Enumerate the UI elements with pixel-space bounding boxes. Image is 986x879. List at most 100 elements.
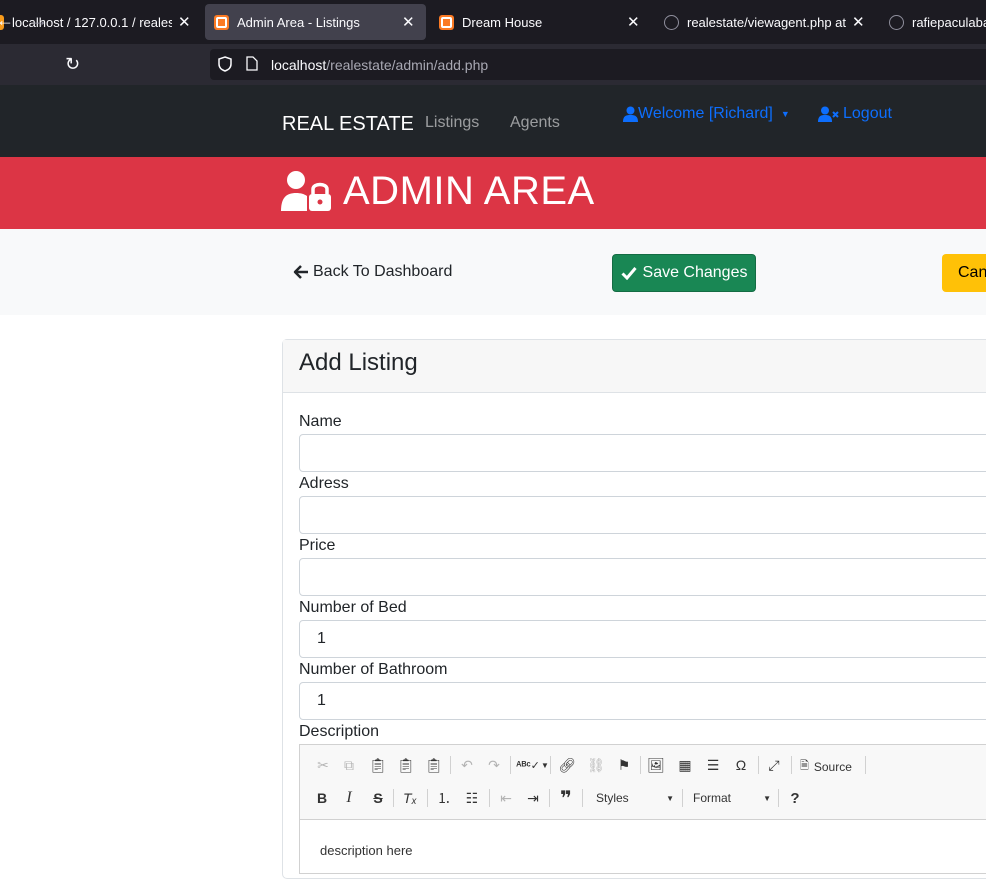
bedrooms-input[interactable] — [299, 620, 986, 658]
logout-link[interactable]: Logout — [818, 105, 892, 123]
xampp-icon — [439, 14, 454, 30]
styles-label: Styles — [596, 791, 629, 805]
page-icon — [246, 56, 258, 71]
browser-tab-github-viewagent[interactable]: realestate/viewagent.php at ma ✕ — [655, 4, 867, 40]
chevron-down-icon: ▼ — [763, 793, 771, 803]
page-title: ADMIN AREA — [343, 169, 595, 213]
copy-icon[interactable]: ⧉ — [339, 755, 359, 775]
anchor-flag-icon[interactable]: ⚑ — [614, 755, 634, 775]
browser-tab-dream-house[interactable]: Dream House ✕ — [430, 4, 650, 40]
user-times-icon — [818, 106, 839, 122]
outdent-icon[interactable]: ⇤ — [496, 788, 516, 808]
source-label: Source — [813, 759, 852, 774]
image-icon[interactable]: 🖼︎ — [646, 755, 666, 775]
user-icon — [623, 106, 638, 122]
table-icon[interactable]: ▦ — [675, 755, 695, 775]
address-input[interactable] — [299, 496, 986, 534]
nav-link-listings[interactable]: Listings — [425, 114, 479, 132]
xampp-icon — [214, 14, 229, 30]
unlink-icon[interactable]: ⛓ — [586, 755, 606, 775]
bulleted-list-icon[interactable]: ☷ — [462, 788, 482, 808]
back-label: Back To Dashboard — [313, 263, 453, 280]
toolbar-separator — [865, 756, 866, 774]
help-icon[interactable]: ? — [785, 788, 805, 808]
undo-icon[interactable]: ↶ — [457, 755, 477, 775]
check-icon — [620, 267, 637, 280]
close-icon[interactable]: ✕ — [402, 13, 415, 31]
styles-dropdown[interactable]: Styles ▼ — [596, 791, 674, 805]
arrow-left-icon — [293, 265, 308, 279]
link-icon[interactable]: 🔗︎ — [557, 755, 577, 775]
close-icon[interactable]: ✕ — [627, 13, 640, 31]
numbered-list-icon[interactable]: ⒈ — [434, 788, 454, 808]
maximize-icon[interactable]: ⤢ — [764, 755, 784, 775]
indent-icon[interactable]: ⇥ — [523, 788, 543, 808]
cancel-label: Cancel — [958, 264, 986, 281]
paste-icon[interactable]: 📋︎ — [368, 755, 388, 775]
bathrooms-input[interactable] — [299, 682, 986, 720]
toolbar-separator — [393, 789, 394, 807]
bedrooms-label: Number of Bed — [299, 599, 407, 616]
browser-tab-admin-area[interactable]: Admin Area - Listings ✕ — [205, 4, 426, 40]
strikethrough-icon[interactable]: S — [368, 788, 388, 808]
save-changes-button[interactable]: Save Changes — [612, 254, 756, 292]
user-lock-icon — [281, 171, 331, 211]
action-bar — [0, 229, 986, 315]
welcome-dropdown[interactable]: Welcome [Richard] ▼ — [623, 105, 790, 123]
special-char-icon[interactable]: Ω — [731, 755, 751, 775]
paste-text-icon[interactable]: 📋︎ — [396, 755, 416, 775]
chevron-down-icon: ▼ — [666, 793, 674, 803]
description-label: Description — [299, 723, 380, 740]
name-input[interactable] — [299, 434, 986, 472]
chevron-down-icon[interactable]: ▼ — [535, 755, 555, 775]
save-label: Save Changes — [642, 264, 748, 281]
cut-icon[interactable]: ✂ — [313, 755, 333, 775]
bathrooms-label: Number of Bathroom — [299, 661, 448, 678]
tab-title: Admin Area - Listings — [237, 14, 360, 30]
source-button[interactable]: 🗎 Source — [800, 757, 852, 776]
paste-word-icon[interactable]: 📋︎ — [424, 755, 444, 775]
card-title: Add Listing — [299, 349, 418, 376]
redo-icon[interactable]: ↷ — [484, 755, 504, 775]
toolbar-separator — [758, 756, 759, 774]
caret-down-icon: ▼ — [780, 109, 790, 119]
italic-icon[interactable]: I — [339, 788, 359, 808]
back-arrow-icon[interactable]: ← — [0, 10, 14, 31]
back-to-dashboard-link[interactable]: Back To Dashboard — [293, 263, 452, 281]
url-host: localhost — [271, 57, 327, 73]
forward-arrow-icon[interactable]: → — [30, 10, 48, 31]
price-label: Price — [299, 537, 336, 554]
format-dropdown[interactable]: Format ▼ — [693, 791, 771, 805]
remove-format-icon[interactable]: Tₓ — [400, 788, 420, 808]
reload-icon[interactable]: ↻ — [65, 54, 80, 75]
tab-title: realestate/viewagent.php at ma — [687, 14, 849, 30]
github-icon — [664, 14, 679, 30]
toolbar-separator — [427, 789, 428, 807]
tab-title: rafiepaculaba/ — [912, 14, 986, 30]
cancel-button[interactable]: Cancel — [942, 254, 986, 292]
toolbar-separator — [791, 756, 792, 774]
horizontal-line-icon[interactable]: ☰ — [703, 755, 723, 775]
price-input[interactable] — [299, 558, 986, 596]
url-path: /realestate/admin/add.php — [326, 57, 489, 73]
github-icon — [889, 14, 904, 30]
url-text[interactable]: localhost/realestate/admin/add.php — [271, 57, 488, 73]
toolbar-separator — [778, 789, 779, 807]
format-label: Format — [693, 791, 732, 805]
browser-tab-github-rafie[interactable]: rafiepaculaba/ — [880, 4, 986, 40]
browser-tab-strip: localhost / 127.0.0.1 / realestate ✕ Adm… — [0, 0, 986, 44]
name-label: Name — [299, 413, 342, 430]
address-label: Adress — [299, 475, 349, 492]
bold-icon[interactable]: B — [312, 788, 332, 808]
toolbar-separator — [510, 756, 511, 774]
close-icon[interactable]: ✕ — [178, 13, 191, 31]
tab-title: Dream House — [462, 14, 543, 30]
blockquote-icon[interactable]: ❞ — [556, 788, 576, 810]
brand-logo[interactable]: REAL ESTATE — [282, 113, 414, 136]
shield-icon[interactable] — [218, 56, 232, 72]
description-text[interactable]: description here — [320, 843, 413, 858]
browser-tab-phpmyadmin[interactable]: localhost / 127.0.0.1 / realestate ✕ — [0, 4, 192, 40]
toolbar-separator — [582, 789, 583, 807]
nav-link-agents[interactable]: Agents — [510, 114, 560, 132]
close-icon[interactable]: ✕ — [852, 13, 865, 31]
